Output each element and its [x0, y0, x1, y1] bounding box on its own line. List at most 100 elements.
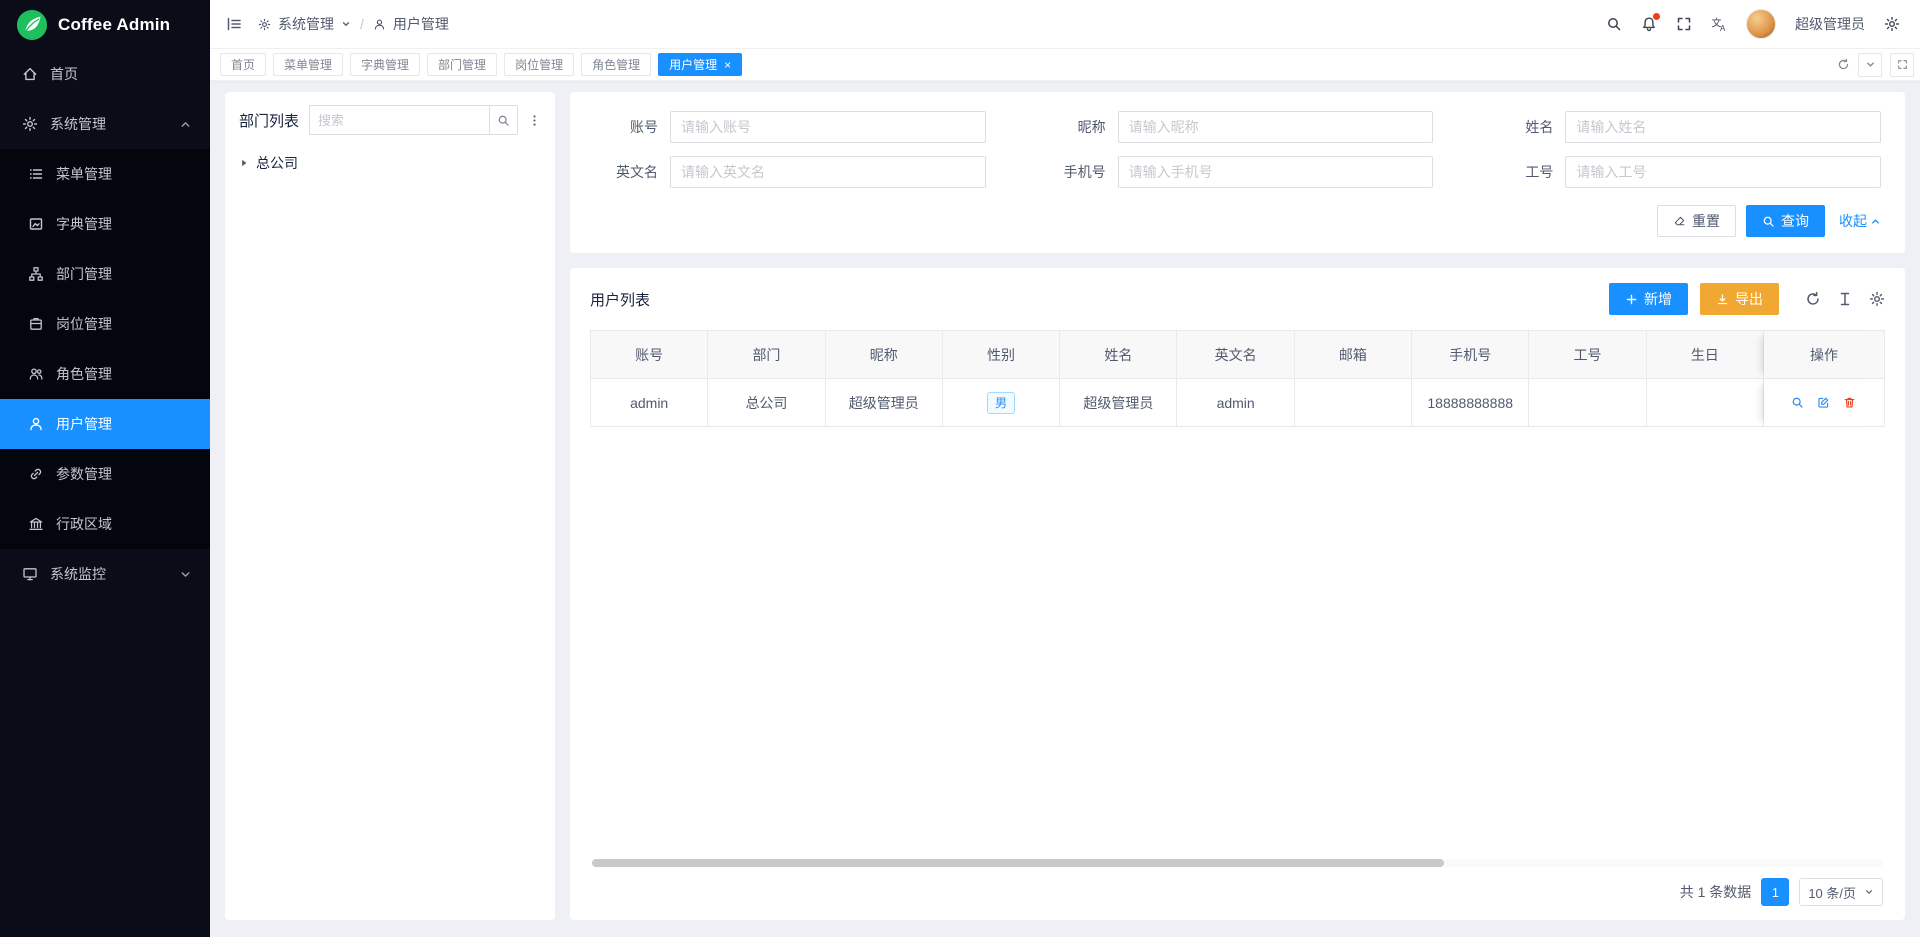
refresh-icon[interactable]: [1837, 58, 1850, 71]
sidebar-item-system-management[interactable]: 系统管理: [0, 99, 210, 149]
sidebar-menu: 首页 系统管理 菜单管理 字典管理 部门管理 岗位管理: [0, 49, 210, 937]
cell-work-no: [1529, 379, 1646, 427]
sidebar-item-label: 参数管理: [56, 464, 112, 484]
plus-icon: [1625, 293, 1638, 306]
phone-input[interactable]: [1118, 156, 1434, 188]
sidebar-item-label: 系统监控: [50, 564, 106, 584]
sidebar-item-label: 行政区域: [56, 514, 112, 534]
sidebar-subitem-role-management[interactable]: 角色管理: [0, 349, 210, 399]
department-search-button[interactable]: [489, 106, 517, 134]
edit-row-icon[interactable]: [1817, 396, 1830, 409]
cell-account: admin: [591, 379, 708, 427]
app-title: Coffee Admin: [58, 15, 170, 35]
svg-text:A: A: [1720, 24, 1726, 32]
reset-button-label: 重置: [1692, 211, 1720, 231]
tree-node-label[interactable]: 总公司: [256, 153, 298, 173]
user-list-title: 用户列表: [590, 289, 650, 310]
english-name-input[interactable]: [670, 156, 986, 188]
sidebar-subitem-menu-management[interactable]: 菜单管理: [0, 149, 210, 199]
reset-button[interactable]: 重置: [1657, 205, 1736, 237]
sidebar-item-label: 菜单管理: [56, 164, 112, 184]
chevron-up-icon: [1870, 216, 1881, 227]
tab-role-management[interactable]: 角色管理: [581, 53, 651, 76]
nickname-input[interactable]: [1118, 111, 1434, 143]
current-user-name[interactable]: 超级管理员: [1795, 14, 1865, 34]
avatar[interactable]: [1746, 9, 1776, 39]
right-column: 账号 昵称 姓名 英文名: [570, 92, 1905, 920]
chevron-down-icon: [341, 19, 351, 29]
tab-home[interactable]: 首页: [220, 53, 266, 76]
refresh-icon[interactable]: [1805, 291, 1821, 307]
app-logo[interactable]: Coffee Admin: [0, 0, 210, 49]
tab-label: 菜单管理: [284, 56, 332, 73]
fullscreen-icon[interactable]: [1676, 16, 1692, 32]
home-icon: [22, 66, 38, 82]
page-number-button[interactable]: 1: [1761, 878, 1789, 906]
col-email: 邮箱: [1295, 331, 1412, 379]
caret-right-icon[interactable]: [239, 158, 249, 168]
work-no-input[interactable]: [1565, 156, 1881, 188]
tab-dept-management[interactable]: 部门管理: [427, 53, 497, 76]
cell-department: 总公司: [708, 379, 825, 427]
sidebar-subitem-param-management[interactable]: 参数管理: [0, 449, 210, 499]
horizontal-scrollbar-thumb[interactable]: [592, 859, 1444, 867]
field-phone: 手机号: [1042, 156, 1434, 188]
settings-gear-icon[interactable]: [1884, 16, 1900, 32]
column-settings-gear-icon[interactable]: [1869, 291, 1885, 307]
tab-menu-management[interactable]: 菜单管理: [273, 53, 343, 76]
page-size-select[interactable]: 10 条/页: [1799, 878, 1883, 906]
sidebar-submenu-system: 菜单管理 字典管理 部门管理 岗位管理 角色管理 用户管理: [0, 149, 210, 549]
name-input[interactable]: [1565, 111, 1881, 143]
col-english-name: 英文名: [1177, 331, 1294, 379]
tab-user-management[interactable]: 用户管理 ×: [658, 53, 742, 76]
department-search-box: [309, 105, 518, 135]
row-height-icon[interactable]: [1837, 291, 1853, 307]
sidebar-subitem-dict-management[interactable]: 字典管理: [0, 199, 210, 249]
list-icon: [28, 166, 44, 182]
search-icon[interactable]: [1606, 16, 1622, 32]
link-icon: [28, 466, 44, 482]
sidebar-subitem-post-management[interactable]: 岗位管理: [0, 299, 210, 349]
delete-row-icon[interactable]: [1843, 396, 1856, 409]
sidebar-subitem-admin-region[interactable]: 行政区域: [0, 499, 210, 549]
tab-label: 角色管理: [592, 56, 640, 73]
tree-node-root[interactable]: 总公司: [239, 151, 541, 175]
breadcrumb-section[interactable]: 系统管理: [278, 14, 334, 34]
breadcrumb: 系统管理 / 用户管理: [258, 14, 449, 34]
department-panel: 部门列表 总公司: [225, 92, 555, 920]
export-button[interactable]: 导出: [1700, 283, 1779, 315]
query-button[interactable]: 查询: [1746, 205, 1825, 237]
people-icon: [28, 366, 44, 382]
table-header-row: 账号 部门 昵称 性别 姓名 英文名 邮箱 手机号 工号 生日 操作: [591, 331, 1884, 379]
collapse-sidebar-icon[interactable]: [226, 16, 242, 32]
sidebar-subitem-user-management[interactable]: 用户管理: [0, 399, 210, 449]
user-list-card: 用户列表 新增 导出: [570, 268, 1905, 920]
tab-close-icon[interactable]: ×: [724, 59, 731, 71]
collapse-filter-link[interactable]: 收起: [1839, 211, 1881, 231]
account-input[interactable]: [670, 111, 986, 143]
chevron-down-icon: [179, 568, 192, 581]
breadcrumb-separator: /: [360, 16, 364, 32]
sidebar-item-label: 首页: [50, 64, 78, 84]
department-search-input[interactable]: [310, 106, 489, 134]
tab-post-management[interactable]: 岗位管理: [504, 53, 574, 76]
user-icon: [28, 416, 44, 432]
more-vertical-icon[interactable]: [528, 114, 541, 127]
field-label: 工号: [1489, 162, 1553, 182]
content-fullscreen-icon[interactable]: [1890, 53, 1914, 77]
tab-dict-management[interactable]: 字典管理: [350, 53, 420, 76]
sidebar-item-system-monitor[interactable]: 系统监控: [0, 549, 210, 599]
cell-actions: [1764, 379, 1884, 427]
translate-icon[interactable]: 文A: [1711, 16, 1727, 32]
add-user-button[interactable]: 新增: [1609, 283, 1688, 315]
page-content: 部门列表 总公司 账号: [210, 81, 1920, 937]
notification-bell-icon[interactable]: [1641, 16, 1657, 32]
tab-bar: 首页 菜单管理 字典管理 部门管理 岗位管理 角色管理 用户管理 ×: [210, 49, 1920, 81]
tab-options-chevron-icon[interactable]: [1858, 53, 1882, 77]
view-row-icon[interactable]: [1791, 396, 1804, 409]
sidebar-item-label: 字典管理: [56, 214, 112, 234]
sidebar-subitem-dept-management[interactable]: 部门管理: [0, 249, 210, 299]
user-table: 账号 部门 昵称 性别 姓名 英文名 邮箱 手机号 工号 生日 操作 admin: [590, 330, 1885, 427]
col-birthday: 生日: [1647, 331, 1764, 379]
sidebar-item-home[interactable]: 首页: [0, 49, 210, 99]
